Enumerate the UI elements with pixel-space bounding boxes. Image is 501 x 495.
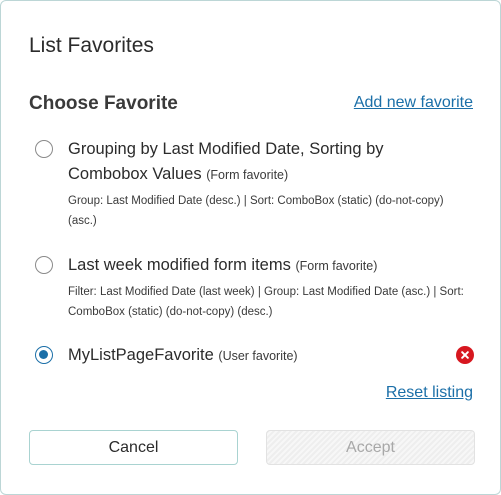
favorite-name: MyListPageFavorite (68, 346, 214, 364)
add-new-favorite-link[interactable]: Add new favorite (354, 94, 473, 112)
favorite-name: Last week modified form items (68, 256, 291, 274)
accept-button[interactable]: Accept (266, 430, 475, 465)
favorite-kind: (Form favorite) (206, 168, 289, 182)
favorite-radio[interactable] (35, 256, 53, 274)
favorite-radio-selected[interactable] (35, 346, 53, 364)
favorite-radio[interactable] (35, 140, 53, 158)
favorite-kind: (Form favorite) (295, 259, 378, 273)
favorite-description: Filter: Last Modified Date (last week) |… (68, 286, 464, 318)
list-favorites-dialog: List Favorites Choose Favorite Add new f… (0, 0, 501, 495)
dialog-title: List Favorites (29, 34, 154, 57)
favorite-kind: (User favorite) (218, 349, 298, 363)
reset-listing-link[interactable]: Reset listing (386, 384, 473, 402)
choose-favorite-heading: Choose Favorite (29, 93, 178, 114)
cancel-button[interactable]: Cancel (29, 430, 238, 465)
close-circle-icon[interactable] (456, 346, 474, 364)
favorite-description: Group: Last Modified Date (desc.) | Sort… (68, 195, 444, 227)
